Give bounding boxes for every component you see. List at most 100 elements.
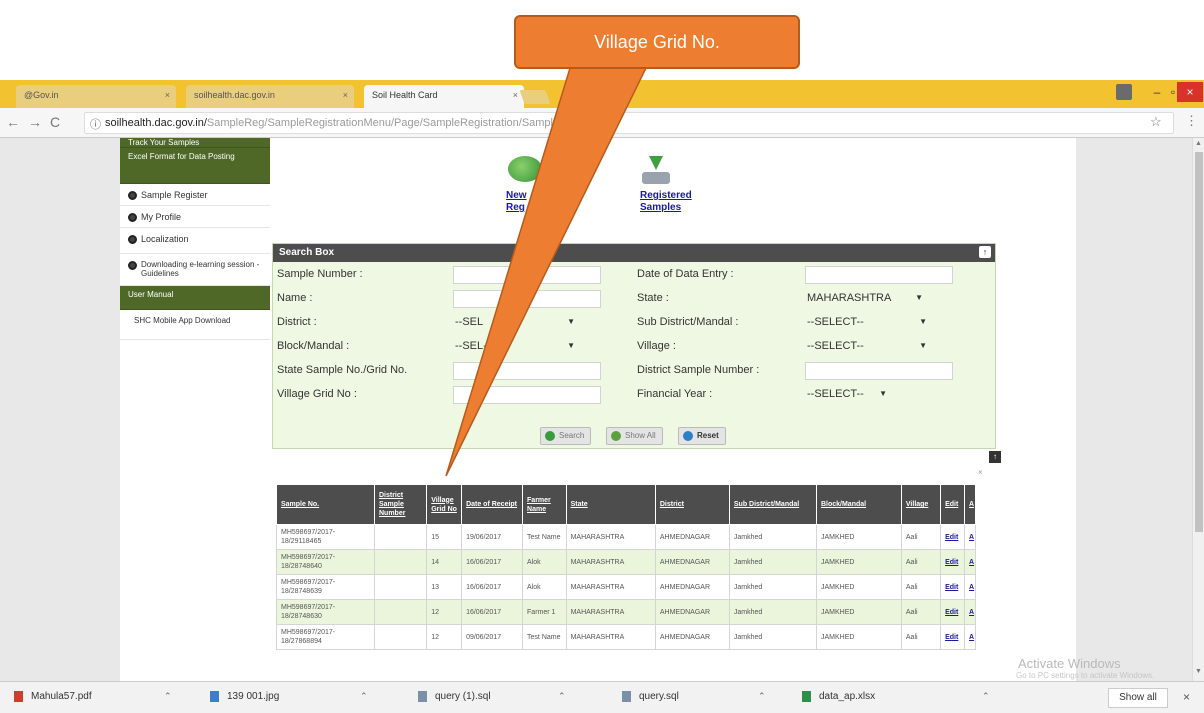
column-header[interactable]: Sub District/Mandal (728, 484, 817, 525)
table-cell: AHMEDNAGAR (654, 524, 730, 550)
bookmark-star-icon[interactable]: ☆ (1150, 114, 1162, 130)
table-cell (373, 599, 428, 625)
reload-icon[interactable]: C (50, 114, 60, 130)
column-header[interactable]: District Sample Number (373, 484, 428, 525)
column-header[interactable]: A (964, 484, 976, 525)
new-registration-icon[interactable] (508, 156, 542, 182)
download-item[interactable]: query (1).sql ⌃ (418, 691, 566, 702)
back-icon[interactable]: ← (6, 114, 20, 130)
collapse-icon[interactable]: ↑ (979, 246, 991, 258)
state-sample-input[interactable] (453, 362, 601, 380)
results-table: Sample No. District Sample Number Village … (276, 484, 976, 650)
bullet-icon (128, 191, 137, 200)
chevron-up-icon[interactable]: ⌃ (758, 691, 766, 702)
close-icon[interactable]: × (513, 90, 518, 100)
sidebar-item-my-profile[interactable]: My Profile (120, 206, 270, 228)
sidebar-item-mobile-app[interactable]: SHC Mobile App Download (120, 310, 270, 340)
edit-link[interactable]: Edit (940, 549, 966, 575)
link-line: Reg (506, 202, 525, 213)
action-link[interactable]: A (964, 624, 976, 650)
reset-button[interactable]: Reset (678, 427, 726, 445)
table-cell: Jamkhed (728, 574, 817, 600)
show-all-button[interactable]: Show All (606, 427, 663, 445)
district-sample-input[interactable] (805, 362, 953, 380)
edit-link[interactable]: Edit (940, 574, 966, 600)
address-bar-row: ← → C ⓘ soilhealth.dac.gov.in/SampleReg/… (0, 108, 1204, 138)
forward-icon[interactable]: → (28, 114, 42, 130)
url-domain: soilhealth.dac.gov.in/ (105, 117, 207, 129)
column-header[interactable]: Date of Receipt (461, 484, 524, 525)
show-all-downloads-button[interactable]: Show all (1108, 688, 1168, 708)
download-item[interactable]: query.sql ⌃ (622, 691, 766, 702)
financial-year-select[interactable]: --SELECT-- ▼ (807, 386, 893, 404)
column-header[interactable]: Farmer Name (522, 484, 567, 525)
download-icon[interactable] (640, 156, 672, 186)
action-link[interactable]: A (964, 574, 976, 600)
close-icon[interactable]: × (165, 90, 170, 100)
village-grid-input[interactable] (453, 386, 601, 404)
download-item-label: data_ap.xlsx (819, 691, 876, 703)
table-cell: 15 (426, 524, 463, 550)
column-header[interactable]: Edit (940, 484, 966, 525)
edit-link[interactable]: Edit (940, 599, 966, 625)
edit-link[interactable]: Edit (940, 524, 966, 550)
new-registration-link[interactable]: New Reg (506, 190, 527, 214)
financial-year-select-value: --SELECT-- (807, 388, 864, 400)
close-icon[interactable]: × (343, 90, 348, 100)
chevron-up-icon[interactable]: ⌃ (360, 691, 368, 702)
chevron-up-icon[interactable]: ⌃ (982, 691, 990, 702)
column-header[interactable]: Block/Mandal (815, 484, 902, 525)
name-input[interactable] (453, 290, 601, 308)
date-entry-input[interactable] (805, 266, 953, 284)
district-select[interactable]: --SEL ▼ (455, 314, 579, 332)
action-link[interactable]: A (964, 549, 976, 575)
state-select[interactable]: MAHARASHTRA ▼ (807, 290, 927, 308)
chevron-up-icon[interactable]: ⌃ (558, 691, 566, 702)
chevron-up-icon[interactable]: ⌃ (164, 691, 172, 702)
download-item[interactable]: 139 001.jpg ⌃ (210, 691, 368, 702)
edit-link[interactable]: Edit (940, 624, 966, 650)
table-cell: Jamkhed (728, 524, 817, 550)
table-cell: JAMKHED (815, 574, 902, 600)
sidebar: Track Your Samples Excel Format for Data… (120, 138, 270, 340)
sidebar-item-user-manual[interactable]: User Manual (120, 286, 270, 310)
tab-gov[interactable]: @Gov.in × (16, 85, 176, 108)
column-header[interactable]: State (565, 484, 656, 525)
scroll-up-icon[interactable]: ▲ (1195, 140, 1202, 147)
scroll-down-icon[interactable]: ▼ (1195, 668, 1202, 675)
name-label: Name : (277, 292, 313, 304)
column-header[interactable]: District (654, 484, 730, 525)
close-icon[interactable]: × (978, 468, 983, 477)
tab-soilhealth[interactable]: soilhealth.dac.gov.in × (186, 85, 354, 108)
download-item[interactable]: data_ap.xlsx ⌃ (802, 691, 990, 703)
sidebar-item-sample-register[interactable]: Sample Register (120, 184, 270, 206)
table-cell: MH598697/2017-18/28748640 (276, 549, 375, 575)
sidebar-item-track-samples[interactable]: Track Your Samples (120, 138, 270, 148)
sample-number-input[interactable] (453, 266, 601, 284)
url-input[interactable]: ⓘ soilhealth.dac.gov.in/SampleReg/Sample… (84, 112, 1174, 134)
column-header[interactable]: Sample No. (276, 484, 375, 525)
scroll-top-icon[interactable]: ↑ (989, 451, 1001, 463)
action-link[interactable]: A (964, 524, 976, 550)
action-link[interactable]: A (964, 599, 976, 625)
registered-samples-link[interactable]: Registered Samples (640, 190, 692, 214)
user-icon[interactable] (1116, 84, 1132, 100)
tab-soil-health-card[interactable]: Soil Health Card × (364, 85, 524, 108)
column-header[interactable]: Village (900, 484, 942, 525)
search-button[interactable]: Search (540, 427, 592, 445)
close-icon[interactable]: × (1183, 690, 1190, 704)
new-tab-button[interactable] (519, 90, 551, 104)
state-sample-label: State Sample No./Grid No. (277, 364, 408, 376)
village-select[interactable]: --SELECT-- ▼ (807, 338, 931, 356)
block-select[interactable]: --SEL-- ▼ (455, 338, 579, 356)
window-close-icon[interactable]: × (1177, 82, 1203, 102)
download-item[interactable]: Mahula57.pdf ⌃ (14, 691, 172, 702)
scroll-thumb[interactable] (1195, 152, 1203, 532)
column-header[interactable]: Village Grid No (426, 484, 463, 525)
sidebar-item-excel-format[interactable]: Excel Format for Data Posting (120, 148, 270, 184)
sidebar-item-localization[interactable]: Localization (120, 228, 270, 254)
sub-district-select[interactable]: --SELECT-- ▼ (807, 314, 931, 332)
menu-icon[interactable]: ⋮ (1185, 113, 1198, 129)
sidebar-item-e-learning[interactable]: Downloading e-learning session - Guideli… (120, 254, 270, 286)
vertical-scrollbar[interactable]: ▲ ▼ (1192, 138, 1204, 681)
